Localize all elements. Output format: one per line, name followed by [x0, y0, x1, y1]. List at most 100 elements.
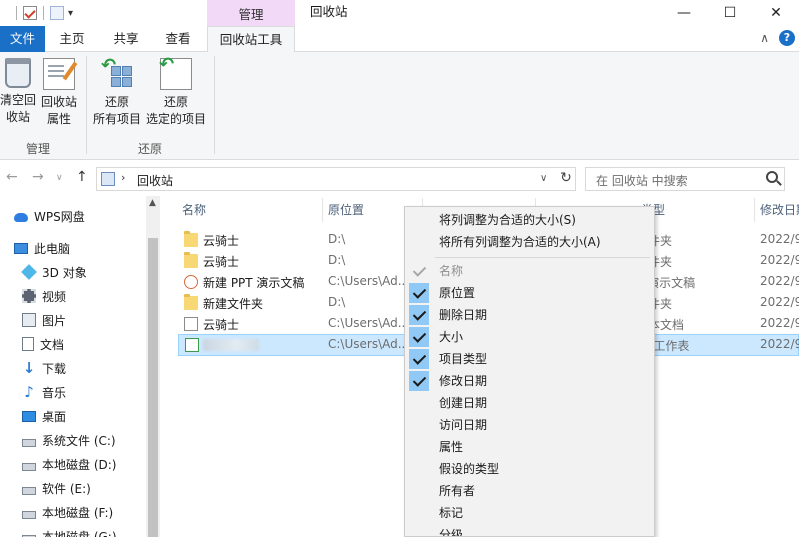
recycle-bin-icon	[5, 58, 31, 88]
group-label-restore: 还原	[138, 142, 163, 156]
nav-item-this-pc[interactable]: 此电脑	[14, 236, 70, 260]
nav-label: 本地磁盘 (D:)	[42, 457, 117, 472]
file-location: D:\	[328, 295, 346, 309]
menu-item-column-modified-date[interactable]: 修改日期	[405, 370, 654, 392]
file-modified: 2022/9	[760, 253, 799, 267]
maximize-icon: ☐	[723, 5, 737, 21]
drive-icon	[22, 510, 36, 519]
folder-icon	[184, 231, 198, 247]
menu-item-column-perceived-type[interactable]: 假设的类型	[405, 458, 654, 480]
nav-label: 桌面	[42, 409, 67, 424]
address-dropdown-chevron-icon[interactable]: ∨	[540, 173, 547, 184]
checkmark-icon	[409, 261, 429, 281]
menu-item-column-created-date[interactable]: 创建日期	[405, 392, 654, 414]
music-icon: ♪	[24, 383, 34, 401]
nav-item-drive-d[interactable]: 本地磁盘 (D:)	[22, 452, 116, 476]
documents-icon	[22, 337, 34, 351]
menu-item-column-deleted-date[interactable]: 删除日期	[405, 304, 654, 326]
button-label: 清空回	[0, 93, 37, 107]
new-folder-quick-icon[interactable]	[50, 6, 64, 20]
close-icon: ✕	[770, 5, 782, 21]
minimize-button[interactable]: —	[661, 0, 707, 26]
forward-arrow-icon[interactable]: →	[32, 169, 44, 185]
nav-item-music[interactable]: ♪ 音乐	[22, 380, 66, 404]
help-icon[interactable]: ?	[779, 30, 795, 46]
redacted-file-name	[203, 339, 259, 351]
menu-item-label: 属性	[439, 440, 464, 454]
refresh-icon[interactable]: ↻	[556, 167, 576, 189]
nav-label: 本地磁盘 (F:)	[42, 505, 114, 520]
restore-selected-button[interactable]: ↶ 还原 选定的项目	[144, 56, 208, 128]
checkmark-icon	[409, 349, 429, 369]
nav-item-downloads[interactable]: ↓ 下载	[22, 356, 66, 380]
menu-item-size-all-columns-to-fit[interactable]: 将所有列调整为合适的大小(A)	[405, 231, 654, 253]
nav-item-wps-cloud[interactable]: WPS网盘	[14, 204, 85, 228]
up-arrow-icon[interactable]: ↑	[76, 169, 88, 185]
checkmark-icon	[409, 327, 429, 347]
nav-label: WPS网盘	[34, 209, 85, 224]
menu-item-label: 修改日期	[439, 374, 488, 388]
recent-locations-chevron-icon[interactable]: ∨	[56, 173, 63, 183]
menu-item-column-attributes[interactable]: 属性	[405, 436, 654, 458]
properties-quick-icon[interactable]	[23, 6, 37, 20]
breadcrumb-chevron-icon[interactable]: ›	[121, 171, 125, 184]
menu-item-label: 分级	[439, 528, 464, 537]
nav-item-documents[interactable]: 文档	[22, 332, 64, 356]
checkmark-icon	[409, 283, 429, 303]
checkmark-icon	[409, 371, 429, 391]
scrollbar-thumb[interactable]	[148, 238, 158, 537]
back-arrow-icon[interactable]: ←	[6, 169, 18, 185]
ribbon: 清空回 收站 回收站 属性 管理 ↶ 还原 所有项目 ↶ 还原 选定的项目 还原	[0, 52, 799, 160]
column-header-type[interactable]: 项目类型	[641, 196, 751, 224]
column-header-modified[interactable]: 修改日期	[760, 196, 799, 224]
recycle-bin-small-icon	[101, 172, 115, 186]
restore-all-button[interactable]: ↶ 还原 所有项目	[90, 57, 144, 128]
menu-item-column-location[interactable]: 原位置	[405, 282, 654, 304]
nav-item-drive-c[interactable]: 系统文件 (C:)	[22, 428, 116, 452]
collapse-ribbon-chevron-icon[interactable]: ∧	[760, 31, 769, 45]
cloud-icon	[14, 213, 28, 222]
3d-objects-icon	[21, 264, 37, 280]
nav-pane-scrollbar[interactable]: ▲	[146, 196, 160, 537]
nav-label: 音乐	[42, 385, 67, 400]
column-divider[interactable]	[322, 198, 323, 222]
nav-item-drive-g[interactable]: 本地磁盘 (G:)	[22, 524, 117, 537]
menu-item-label: 将所有列调整为合适的大小(A)	[439, 235, 601, 249]
menu-item-column-accessed-date[interactable]: 访问日期	[405, 414, 654, 436]
menu-item-column-size[interactable]: 大小	[405, 326, 654, 348]
empty-recycle-bin-button[interactable]: 清空回 收站	[0, 58, 36, 126]
nav-label: 系统文件 (C:)	[42, 433, 116, 448]
recycle-bin-properties-button[interactable]: 回收站 属性	[38, 58, 80, 128]
breadcrumb-recycle-bin[interactable]: 回收站	[137, 172, 173, 189]
column-header-location[interactable]: 原位置	[328, 196, 364, 224]
file-location: C:\Users\Ad...	[328, 316, 410, 330]
maximize-button[interactable]: ☐	[707, 0, 753, 26]
column-header-name[interactable]: 名称	[182, 196, 206, 224]
nav-item-drive-f[interactable]: 本地磁盘 (F:)	[22, 500, 113, 524]
tab-view[interactable]: 查看	[156, 26, 200, 52]
scroll-up-chevron-icon[interactable]: ▲	[149, 198, 156, 208]
customize-toolbar-chevron-icon[interactable]: ▾	[68, 8, 73, 19]
search-input[interactable]: 在 回收站 中搜索	[585, 167, 785, 191]
close-button[interactable]: ✕	[753, 0, 799, 26]
tab-home[interactable]: 主页	[50, 26, 94, 52]
nav-item-3d-objects[interactable]: 3D 对象	[21, 260, 87, 284]
menu-item-column-tags[interactable]: 标记	[405, 502, 654, 524]
tab-recycle-bin-tools[interactable]: 回收站工具	[207, 26, 295, 53]
xls-icon	[185, 338, 199, 352]
nav-item-pictures[interactable]: 图片	[22, 308, 66, 332]
search-icon	[766, 171, 778, 183]
column-divider[interactable]	[754, 198, 755, 222]
menu-item-size-column-to-fit[interactable]: 将列调整为合适的大小(S)	[405, 209, 654, 231]
menu-item-column-owner[interactable]: 所有者	[405, 480, 654, 502]
tab-file[interactable]: 文件	[0, 26, 45, 52]
nav-item-desktop[interactable]: 桌面	[22, 404, 66, 428]
address-bar[interactable]: › 回收站	[96, 167, 576, 191]
tab-share[interactable]: 共享	[104, 26, 148, 52]
menu-item-column-rating[interactable]: 分级	[405, 524, 654, 537]
nav-item-videos[interactable]: 视频	[22, 284, 66, 308]
nav-item-drive-e[interactable]: 软件 (E:)	[22, 476, 91, 500]
menu-item-column-item-type[interactable]: 项目类型	[405, 348, 654, 370]
menu-item-label: 名称	[439, 264, 464, 278]
drive-icon	[22, 438, 36, 447]
